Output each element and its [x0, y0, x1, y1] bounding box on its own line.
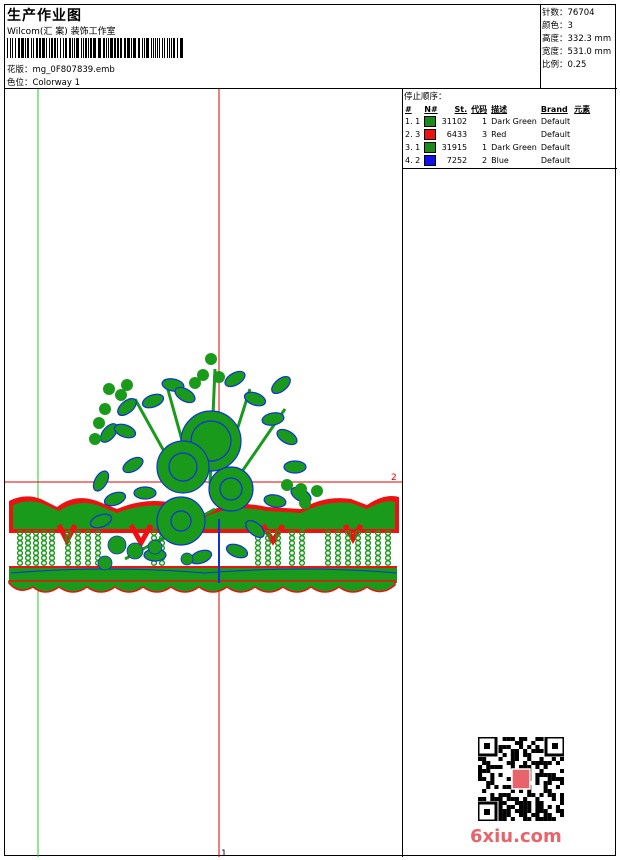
- header-block: 生产作业图 Wilcom(汇 案) 装饰工作室 花版：mg_0F807839.e…: [5, 5, 541, 89]
- row-description: Dark Green: [491, 143, 537, 152]
- barcode: [7, 38, 183, 58]
- studio-name: Wilcom(汇 案) 装饰工作室: [7, 27, 116, 37]
- production-sheet: 生产作业图 Wilcom(汇 案) 装饰工作室 花版：mg_0F807839.e…: [4, 4, 617, 857]
- col-index: #: [405, 104, 412, 114]
- table-row: 1. 1 31102 1 Dark Green Default: [403, 115, 592, 128]
- colorway-label: 色位：Colorway 1: [7, 78, 80, 88]
- table-row: 3. 1 31915 1 Dark Green Default: [403, 141, 592, 154]
- color-swatch: [424, 155, 437, 166]
- design-height: 高度：332.3 mm: [542, 34, 612, 44]
- embroidery-preview: 2 1: [5, 89, 402, 857]
- color-swatch-cell: [422, 141, 439, 154]
- stop-sequence-title: 停止顺序：: [404, 92, 447, 102]
- table-row: 4. 2 7252 2 Blue Default: [403, 154, 592, 167]
- row-code: 3: [482, 130, 488, 139]
- design-scale: 比例：0.25: [542, 60, 587, 70]
- color-swatch: [424, 116, 437, 127]
- row-brand: Default: [540, 130, 571, 139]
- guide-label-2: 2: [391, 473, 397, 483]
- row-code: 1: [482, 143, 488, 152]
- color-swatch: [424, 129, 437, 140]
- row-stitches: 6433: [446, 130, 468, 139]
- guide-label-1: 1: [221, 849, 227, 857]
- stop-sequence-table: # N# St. 代码 描述 Brand 元素 1. 1 31102 1 Dar…: [403, 103, 592, 167]
- row-brand: Default: [540, 156, 571, 165]
- design-meta: 针数：76704 颜色：3 高度：332.3 mm 宽度：531.0 mm 比例…: [541, 5, 617, 89]
- floral-motif: [89, 353, 323, 583]
- row-brand: Default: [540, 143, 571, 152]
- color-swatch-cell: [422, 128, 439, 141]
- row-brand: Default: [540, 117, 571, 126]
- row-index: 1. 1: [405, 117, 421, 126]
- col-brand: Brand: [540, 104, 568, 114]
- col-code: 代码: [471, 104, 488, 114]
- sheet-title: 生产作业图: [7, 8, 82, 24]
- col-description: 描述: [491, 104, 508, 114]
- color-swatch-cell: [422, 115, 439, 128]
- embroidery-canvas: 2 1: [5, 89, 403, 857]
- color-swatch-cell: [422, 154, 439, 167]
- row-stitches: 31915: [441, 143, 468, 152]
- col-element: 元素: [574, 104, 591, 114]
- table-header-row: # N# St. 代码 描述 Brand 元素: [403, 103, 592, 115]
- embroidery-border: [8, 496, 399, 593]
- col-needle: N#: [424, 104, 438, 114]
- design-width: 宽度：531.0 mm: [542, 47, 612, 57]
- row-stitches: 7252: [446, 156, 468, 165]
- color-swatch: [424, 142, 437, 153]
- col-stitches: St.: [454, 104, 468, 114]
- table-row: 2. 3 6433 3 Red Default: [403, 128, 592, 141]
- design-file: 花版：mg_0F807839.emb: [7, 65, 115, 75]
- qr-center-seal: [511, 768, 531, 790]
- site-logo: 6xiu.com: [470, 826, 562, 847]
- row-description: Blue: [491, 156, 509, 165]
- row-code: 1: [482, 117, 488, 126]
- stop-sequence-panel: 停止顺序： # N# St. 代码 描述 Brand 元素 1. 1 31102: [403, 89, 617, 169]
- row-code: 2: [482, 156, 488, 165]
- qr-code: [478, 737, 564, 821]
- row-description: Dark Green: [491, 117, 537, 126]
- stitch-count: 针数：76704: [542, 8, 595, 18]
- row-index: 2. 3: [405, 130, 421, 139]
- row-index: 4. 2: [405, 156, 421, 165]
- row-index: 3. 1: [405, 143, 421, 152]
- color-count: 颜色：3: [542, 21, 573, 31]
- row-stitches: 31102: [441, 117, 468, 126]
- row-description: Red: [491, 130, 507, 139]
